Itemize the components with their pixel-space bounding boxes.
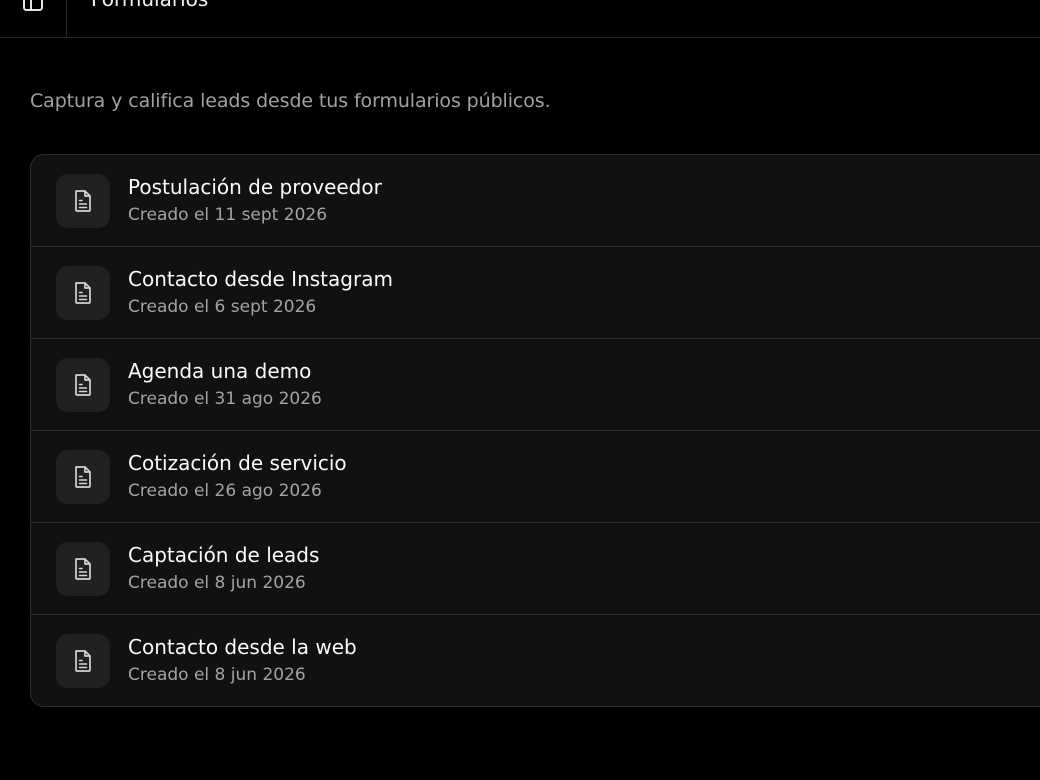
form-created-date: Creado el 6 sept 2026 bbox=[128, 297, 317, 317]
header-divider bbox=[66, 0, 67, 38]
form-icon-container bbox=[56, 450, 110, 504]
form-list-item[interactable]: Agenda una demo Creado el 31 ago 2026 bbox=[31, 339, 1040, 431]
form-icon-container bbox=[56, 174, 110, 228]
forms-list: Postulación de proveedor Creado el 11 se… bbox=[30, 154, 1040, 707]
sidebar-panel-icon bbox=[23, 0, 43, 11]
form-created-date: Creado el 26 ago 2026 bbox=[128, 481, 322, 501]
form-list-item[interactable]: Captación de leads Creado el 8 jun 2026 bbox=[31, 523, 1040, 615]
form-icon-container bbox=[56, 266, 110, 320]
form-name: Agenda una demo bbox=[128, 359, 312, 383]
form-name: Postulación de proveedor bbox=[128, 175, 382, 199]
form-name: Contacto desde Instagram bbox=[128, 267, 393, 291]
form-list-item[interactable]: Contacto desde Instagram Creado el 6 sep… bbox=[31, 247, 1040, 339]
form-list-item[interactable]: Postulación de proveedor Creado el 11 se… bbox=[31, 155, 1040, 247]
document-icon bbox=[75, 466, 91, 488]
top-bar: Formularios bbox=[0, 0, 1040, 38]
form-name: Contacto desde la web bbox=[128, 635, 357, 659]
form-name: Cotización de servicio bbox=[128, 451, 347, 475]
sidebar-toggle-button[interactable] bbox=[20, 0, 46, 12]
form-icon-container bbox=[56, 542, 110, 596]
form-list-item[interactable]: Cotización de servicio Creado el 26 ago … bbox=[31, 431, 1040, 523]
form-name: Captación de leads bbox=[128, 543, 320, 567]
form-created-date: Creado el 11 sept 2026 bbox=[128, 205, 328, 225]
document-icon bbox=[75, 558, 91, 580]
document-icon bbox=[75, 650, 91, 672]
form-created-date: Creado el 8 jun 2026 bbox=[128, 665, 306, 685]
form-created-date: Creado el 8 jun 2026 bbox=[128, 573, 306, 593]
page-description: Captura y califica leads desde tus formu… bbox=[30, 90, 551, 112]
page-title: Formularios bbox=[91, 0, 208, 11]
document-icon bbox=[75, 190, 91, 212]
document-icon bbox=[75, 374, 91, 396]
form-list-item[interactable]: Contacto desde la web Creado el 8 jun 20… bbox=[31, 615, 1040, 706]
form-icon-container bbox=[56, 358, 110, 412]
form-icon-container bbox=[56, 634, 110, 688]
document-icon bbox=[75, 282, 91, 304]
form-created-date: Creado el 31 ago 2026 bbox=[128, 389, 322, 409]
